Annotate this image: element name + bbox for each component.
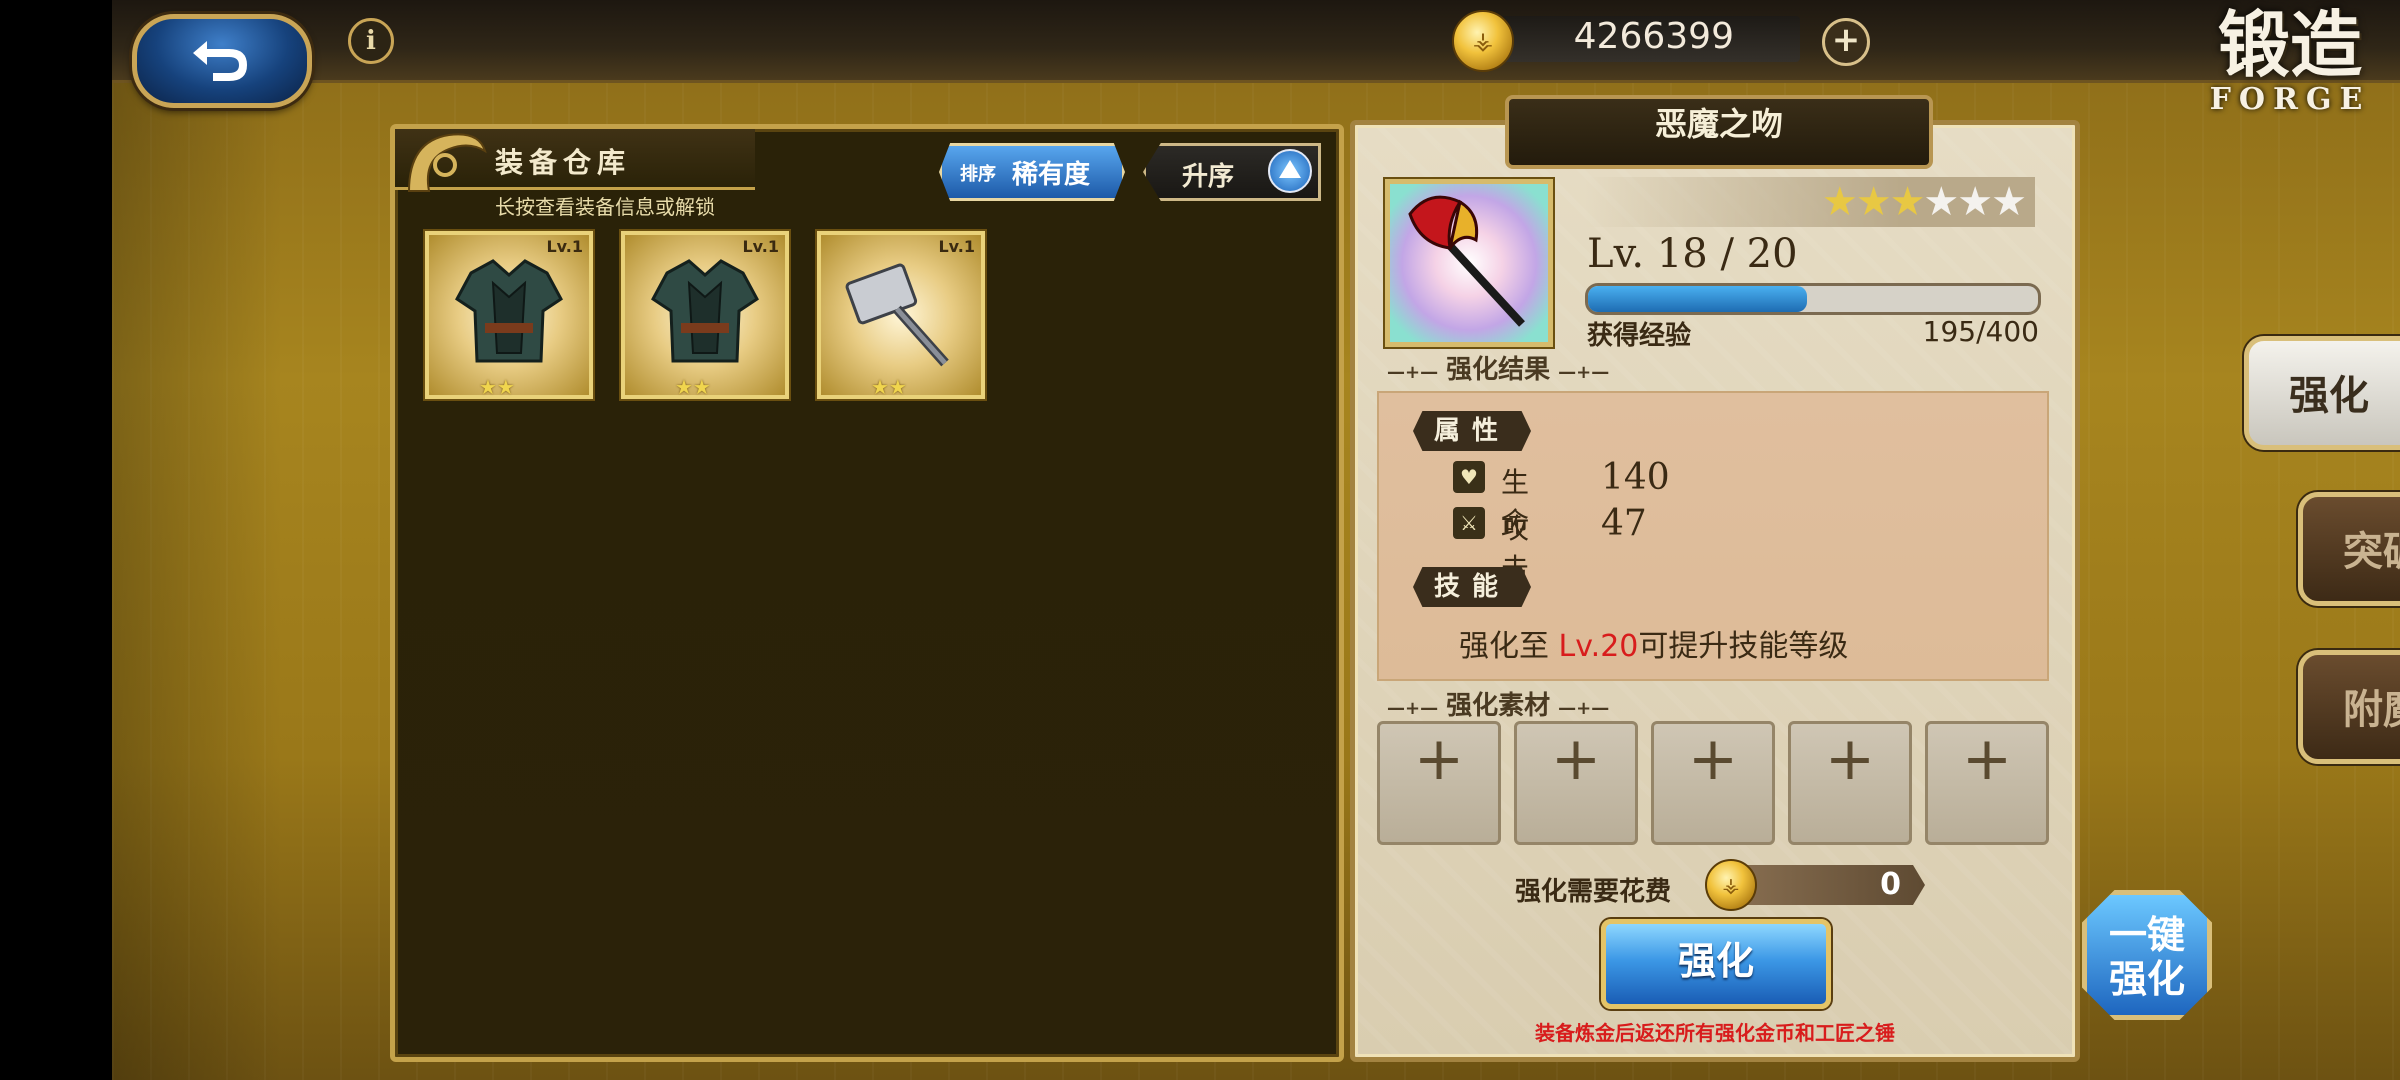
- heart-icon: ♥: [1453, 461, 1485, 493]
- one-key-line2: 强化: [2108, 957, 2185, 1001]
- material-slot-5[interactable]: [1925, 721, 2049, 845]
- axe-icon: [1408, 195, 1525, 327]
- one-key-line1: 一键: [2108, 913, 2185, 957]
- warehouse-title: 装备仓库: [495, 146, 632, 179]
- forge-title: 锻造 FORGE: [2200, 0, 2380, 117]
- material-heading-text: 强化素材: [1446, 691, 1551, 721]
- attr-value: 47: [1601, 503, 1647, 544]
- skill-text: 强化至 Lv.20可提升技能等级: [1459, 621, 1848, 665]
- rarity-stars-empty: ★★★: [1923, 179, 2027, 225]
- tab-enhance[interactable]: 强化 ⚒: [2244, 336, 2400, 450]
- enhance-button[interactable]: 强化: [1601, 919, 1831, 1009]
- sort-label: 排序: [960, 164, 996, 185]
- enhance-result-heading: 强化结果: [1379, 349, 1617, 386]
- tab-break[interactable]: 突破 ☆: [2298, 492, 2400, 606]
- cost-label: 强化需要花费: [1515, 877, 1672, 907]
- level-text: Lv. 18 / 20: [1587, 231, 1798, 277]
- exp-progress-bar: [1585, 283, 2041, 315]
- one-key-enhance-button[interactable]: 一键 强化: [2082, 890, 2212, 1020]
- item-card-armor-2[interactable]: Lv.1 ★★: [621, 231, 789, 399]
- sort-value: 稀有度: [1012, 160, 1091, 190]
- skill-tag: 技能: [1413, 567, 1531, 607]
- skill-level: Lv.20: [1558, 629, 1639, 664]
- skill-prefix: 强化至: [1459, 629, 1559, 664]
- item-stars: ★★: [871, 375, 907, 399]
- ascending-arrow-icon: [1268, 149, 1312, 193]
- equipment-name: 恶魔之吻: [1505, 95, 1933, 169]
- footnote: 装备炼金后返还所有强化金币和工匠之锤: [1535, 1021, 1895, 1045]
- item-stars: ★★: [479, 375, 515, 399]
- item-card-hammer[interactable]: Lv.1 ★★: [817, 231, 985, 399]
- rarity-bar: ★★★★★★: [1585, 177, 2035, 227]
- armor-icon: [651, 259, 759, 363]
- order-button[interactable]: 升序: [1143, 143, 1321, 201]
- armor-icon: [455, 259, 563, 363]
- ornament-icon: [407, 133, 487, 192]
- warehouse-hint: 长按查看装备信息或解锁: [495, 195, 715, 219]
- game-screen: i 4266399 + 锻造 FORGE 装备仓库 长按查看装备信息或解锁 排序…: [112, 0, 2400, 1080]
- tab-enchant[interactable]: 附魔 ◎: [2298, 650, 2400, 764]
- material-slot-4[interactable]: [1788, 721, 1912, 845]
- enhance-result-heading-text: 强化结果: [1446, 355, 1551, 385]
- equipment-warehouse-panel: 装备仓库 长按查看装备信息或解锁 排序 稀有度 升序 Lv.1 ★★ Lv.1: [390, 124, 1344, 1062]
- item-card-armor-1[interactable]: Lv.1 ★★: [425, 231, 593, 399]
- item-stars: ★★: [675, 375, 711, 399]
- hammer-icon: [845, 263, 949, 367]
- forge-title-cn: 锻造: [2217, 2, 2362, 87]
- gold-amount: 4266399: [1500, 16, 1800, 62]
- weapon-portrait[interactable]: [1385, 179, 1553, 347]
- exp-label: 获得经验: [1587, 321, 1692, 351]
- exp-value: 195/400: [1922, 315, 2039, 348]
- sword-icon: ⚔: [1453, 507, 1485, 539]
- forge-title-en: FORGE: [2209, 82, 2371, 117]
- gold-display: 4266399 +: [1452, 10, 1870, 72]
- add-gold-button[interactable]: +: [1822, 18, 1870, 66]
- equipment-detail-panel: 恶魔之吻 ★★★★★★ Lv. 18 / 20 获得经验 195/400 强化结…: [1350, 95, 2080, 1062]
- gold-coin-icon: [1705, 859, 1757, 911]
- tab-enchant-label: 附魔: [2343, 687, 2400, 733]
- back-arrow-icon: [193, 41, 247, 81]
- sort-button[interactable]: 排序 稀有度: [939, 143, 1125, 201]
- skill-suffix: 可提升技能等级: [1638, 629, 1849, 664]
- material-heading: 强化素材: [1379, 685, 1617, 722]
- exp-progress-fill: [1588, 286, 1808, 312]
- info-icon[interactable]: i: [348, 18, 394, 64]
- back-button[interactable]: [132, 14, 312, 108]
- gold-coin-icon: [1452, 10, 1514, 72]
- material-slot-2[interactable]: [1514, 721, 1638, 845]
- tab-break-label: 突破: [2343, 529, 2400, 575]
- material-slot-3[interactable]: [1651, 721, 1775, 845]
- enhance-result-box: 属性 ♥ 生命 140 ⚔ 攻击 47 技能 强化至 Lv.20可提升技能等级: [1377, 391, 2049, 681]
- attr-value: 140: [1601, 457, 1670, 498]
- rarity-stars-filled: ★★★: [1821, 179, 1926, 225]
- top-bar: [112, 0, 2400, 83]
- rarity-stars: ★★★★★★: [1821, 179, 2027, 225]
- attribute-tag: 属性: [1413, 411, 1531, 451]
- material-slot-1[interactable]: [1377, 721, 1501, 845]
- tab-enhance-label: 强化: [2289, 373, 2369, 419]
- order-label: 升序: [1182, 162, 1235, 192]
